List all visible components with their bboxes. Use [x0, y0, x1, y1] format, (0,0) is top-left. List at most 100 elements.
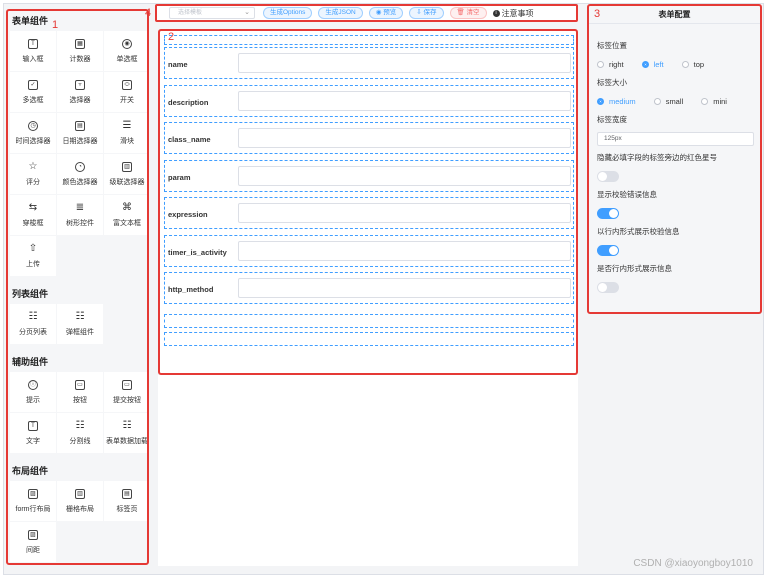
component-palette: 表单组件 1 T 输入框 ▦ 计数器 ◉ 单选框 ✓ 多选框 ▿ 选择器 ⬭ 开关 ◷ 时间选择器 ▤ 日期选择器…	[6, 9, 149, 565]
palette-item[interactable]: ≣ 树形控件	[57, 195, 103, 235]
palette-item[interactable]: ▭ 按钮	[57, 372, 103, 412]
palette-item[interactable]: ◷ 时间选择器	[10, 113, 56, 153]
palette-item-label: form行布局	[15, 505, 51, 513]
radio-option[interactable]: medium	[597, 97, 636, 106]
palette-item-label: 提示	[26, 396, 40, 404]
palette-item[interactable]: ▥ 级联选择器	[104, 154, 147, 194]
form-row[interactable]: http_method	[164, 272, 574, 304]
palette-item[interactable]: ⇧ 上传	[10, 236, 56, 276]
radio-option[interactable]: mini	[701, 97, 727, 106]
form-field-input[interactable]	[238, 165, 571, 186]
palette-item[interactable]: ☷ 分页列表	[10, 304, 56, 344]
form-field-input[interactable]	[238, 128, 571, 148]
palette-item-label: 评分	[26, 178, 40, 186]
palette-section-title-text: 列表组件	[12, 289, 49, 299]
toggle-knob	[609, 209, 618, 218]
toolbar-button[interactable]: 生成JSON	[318, 7, 363, 19]
palette-item[interactable]: ▤ 标签页	[104, 481, 147, 521]
palette-item[interactable]: ▨ 间距	[10, 522, 56, 562]
palette-item[interactable]: ⌘ 富文本框	[104, 195, 147, 235]
radio-label: mini	[713, 97, 727, 106]
toggle-switch[interactable]	[597, 171, 619, 182]
form-row[interactable]: description	[164, 84, 574, 117]
counter-icon: ▦	[75, 38, 85, 49]
form-field-input[interactable]	[238, 278, 571, 298]
star-icon: ☆	[28, 160, 38, 172]
form-row[interactable]: class_name	[164, 122, 574, 154]
palette-item[interactable]: ▦ 计数器	[57, 31, 103, 71]
palette-item-label: 按钮	[73, 396, 87, 404]
spacing-icon: ▨	[28, 529, 38, 540]
form-row[interactable]: param	[164, 159, 574, 192]
palette-section-title: 表单组件 1	[8, 11, 147, 31]
toggle-switch[interactable]	[597, 282, 619, 293]
palette-item[interactable]: T 文字	[10, 413, 56, 453]
form-field-input[interactable]	[238, 53, 571, 73]
palette-item-label: 单选框	[116, 55, 138, 63]
palette-item[interactable]: ▨ form行布局	[10, 481, 56, 521]
upload-icon: ⇧	[28, 242, 38, 254]
form-field-label: description	[168, 97, 209, 107]
toolbar-button[interactable]: 生成Options	[263, 7, 313, 19]
data-load-icon: ☷	[122, 419, 132, 431]
toolbar-button[interactable]: 🗑 清空	[449, 7, 487, 19]
form-field-input[interactable]	[238, 240, 571, 261]
grid-layout-icon: ▥	[75, 488, 85, 499]
chevron-down-icon: ⌄	[244, 9, 250, 16]
list-icon: ☷	[28, 310, 38, 322]
palette-item[interactable]: ☷ 弹框组件	[57, 304, 103, 344]
palette-item-label: 表单数据加载	[106, 437, 148, 445]
palette-item-label: 多选框	[22, 96, 44, 104]
palette-item[interactable]: ◉ 单选框	[104, 31, 147, 71]
palette-item[interactable]: ☷ 分割线	[57, 413, 103, 453]
palette-section-title: 辅助组件	[8, 352, 147, 372]
toolbar: 4 选择模板 ⌄ 生成Options 生成JSON ◉ 预览 ⇩ 保存 🗑 清空 i 注…	[145, 4, 578, 22]
palette-item[interactable]: ▭ 提交按钮	[104, 372, 147, 412]
palette-item[interactable]: ⓘ 提示	[10, 372, 56, 412]
palette-item[interactable]: ✓ 多选框	[10, 72, 56, 112]
palette-item[interactable]: ☰ 滑块	[104, 113, 147, 153]
palette-item[interactable]: T 输入框	[10, 31, 56, 71]
radio-option[interactable]: small	[653, 97, 684, 106]
palette-item[interactable]: ▤ 日期选择器	[57, 113, 103, 153]
radio-label: small	[665, 97, 684, 106]
divider-icon: ☷	[75, 419, 85, 431]
palette-item[interactable]: ☆ 评分	[10, 154, 56, 194]
slider-icon: ☰	[122, 119, 132, 131]
form-field-input[interactable]	[238, 90, 571, 111]
palette-item[interactable]: ⇆ 穿梭框	[10, 195, 56, 235]
form-row[interactable]: name	[164, 47, 574, 79]
form-field-input[interactable]	[238, 203, 571, 223]
notice-link[interactable]: i 注意事项	[492, 8, 534, 19]
radio-circle	[701, 98, 709, 105]
radio-icon: ◉	[122, 38, 132, 49]
radio-label: right	[609, 60, 624, 69]
form-row-placeholder	[164, 35, 574, 45]
palette-item[interactable]: ☷ 表单数据加载	[104, 413, 148, 453]
palette-item-label: 滑块	[120, 137, 134, 145]
toolbar-button[interactable]: ⇩ 保存	[409, 7, 444, 19]
palette-item[interactable]: ◔ 颜色选择器	[57, 154, 103, 194]
radio-label: left	[653, 60, 664, 69]
radio-option[interactable]: left	[641, 60, 664, 69]
palette-item[interactable]: ⬭ 开关	[104, 72, 147, 112]
palette-item[interactable]: ▿ 选择器	[57, 72, 103, 112]
radio-option[interactable]: right	[597, 60, 624, 69]
config-label: 以行内形式展示校验信息	[597, 227, 680, 236]
label-position-radio-group: right left top	[597, 60, 704, 69]
config-label: 隐藏必填字段的标签旁边的红色星号	[597, 153, 717, 162]
palette-item[interactable]: ▥ 栅格布局	[57, 481, 103, 521]
palette-item-label: 颜色选择器	[62, 178, 98, 186]
toolbar-button[interactable]: ◉ 预览	[368, 7, 404, 19]
form-row[interactable]: timer_is_activity	[164, 234, 574, 267]
form-row[interactable]: expression	[164, 197, 574, 229]
palette-section-title: 布局组件	[8, 461, 147, 481]
label-width-input[interactable]: 125px	[597, 132, 754, 146]
radio-option[interactable]: top	[681, 60, 704, 69]
select-icon: ▿	[75, 79, 85, 90]
toggle-switch[interactable]	[597, 208, 619, 219]
annotation-number: 3	[594, 8, 601, 20]
template-select[interactable]: 选择模板 ⌄	[169, 7, 255, 19]
config-label: 标签位置	[597, 41, 627, 50]
toggle-switch[interactable]	[597, 245, 619, 256]
